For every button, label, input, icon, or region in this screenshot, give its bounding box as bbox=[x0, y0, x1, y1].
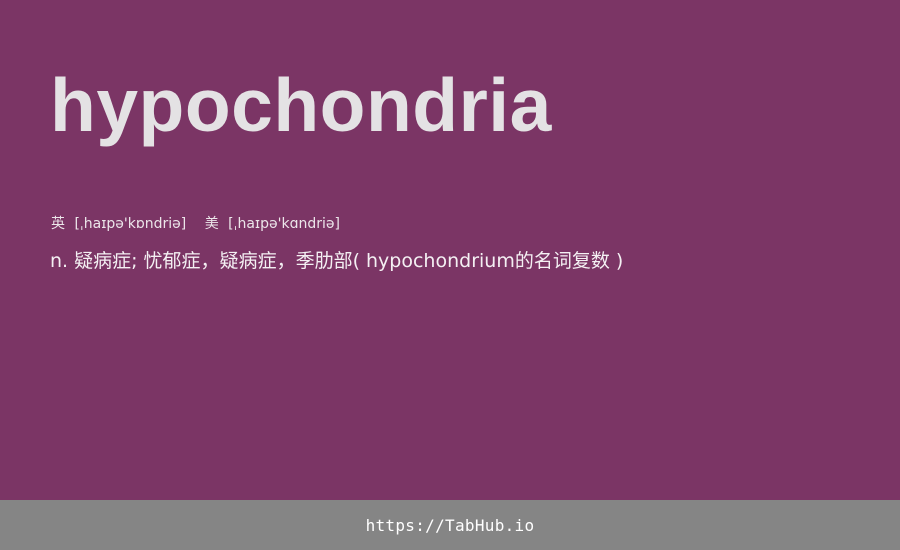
headword: hypochondria bbox=[50, 63, 552, 147]
pronunciation-uk-ipa: [ˌhaɪpə'kɒndriə] bbox=[74, 216, 187, 232]
pronunciation-us-ipa: [ˌhaɪpə'kɑndriə] bbox=[228, 216, 340, 232]
pronunciation-row: 英 [ˌhaɪpə'kɒndriə] 美 [ˌhaɪpə'kɑndriə] bbox=[51, 213, 354, 233]
pronunciation-uk-label: 英 bbox=[51, 216, 65, 232]
pronunciation-us-label: 美 bbox=[204, 216, 219, 232]
tabhub-link[interactable]: https://TabHub.io bbox=[366, 516, 535, 535]
definition-text: n. 疑病症; 忧郁症，疑病症，季肋部( hypochondrium的名词复数 … bbox=[50, 250, 624, 272]
footer-bar: https://TabHub.io bbox=[0, 500, 900, 550]
pronunciation-us: 美 [ˌhaɪpə'kɑndriə] bbox=[205, 213, 340, 233]
word-card: hypochondria 英 [ˌhaɪpə'kɒndriə] 美 [ˌhaɪp… bbox=[0, 0, 900, 500]
pronunciation-uk: 英 [ˌhaɪpə'kɒndriə] bbox=[51, 213, 186, 233]
